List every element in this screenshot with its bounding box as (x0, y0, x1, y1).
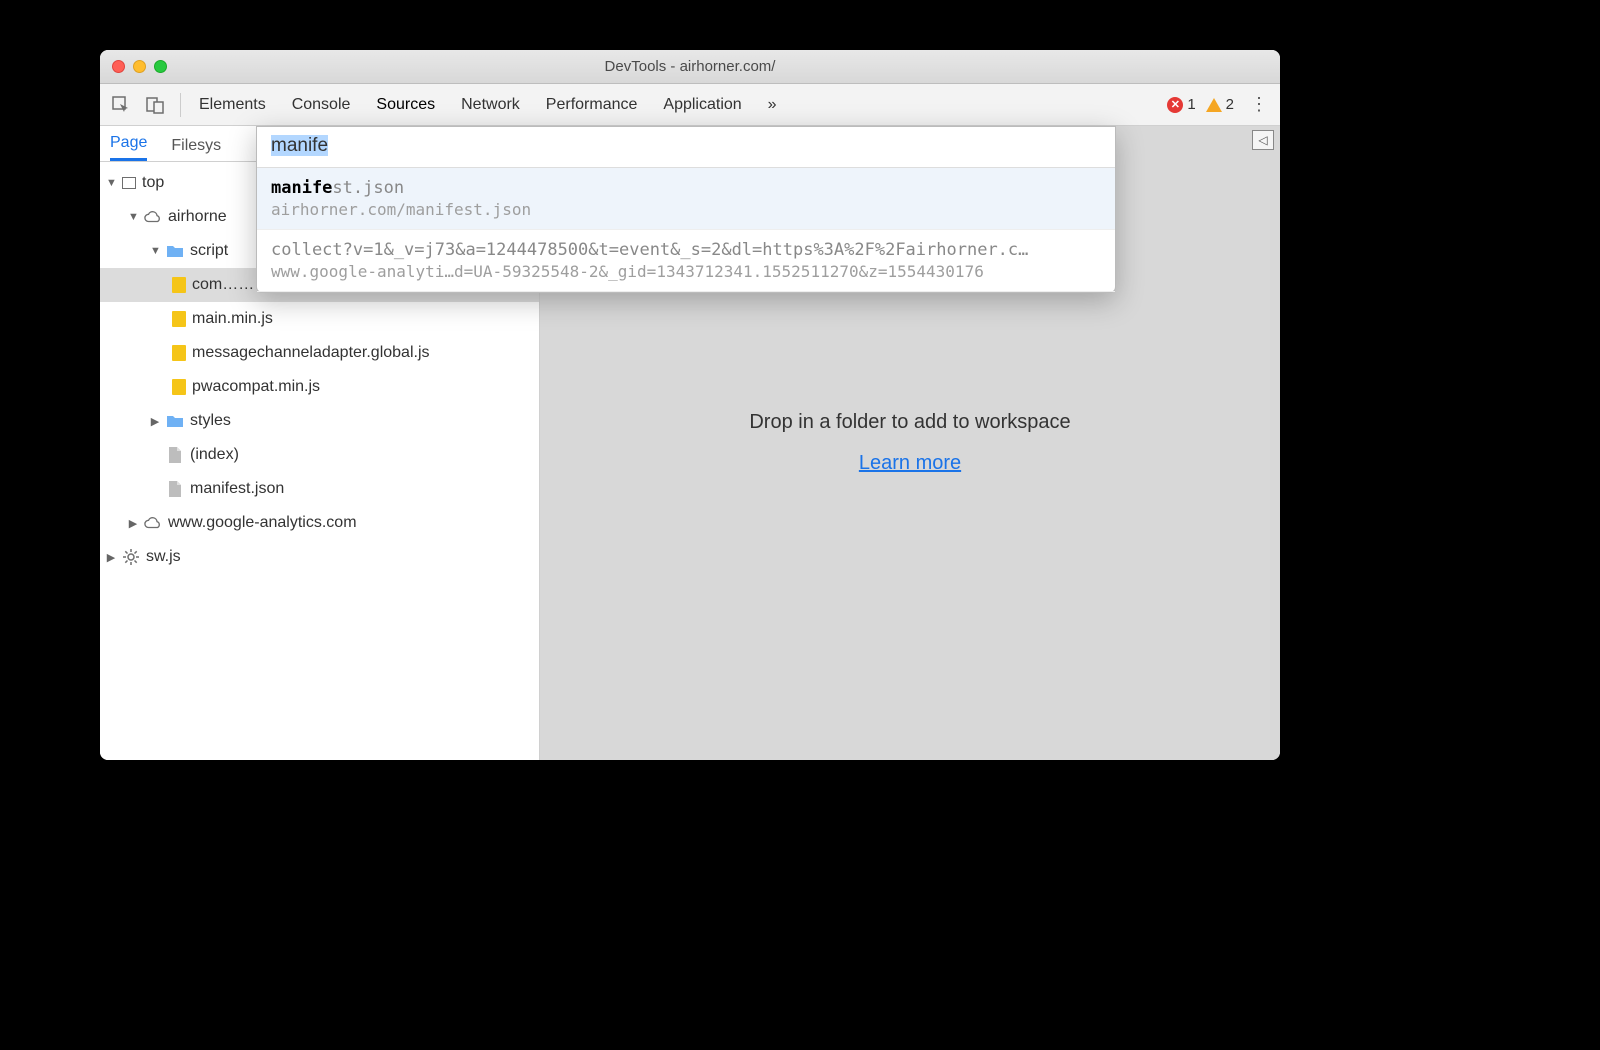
toggle-drawer-icon[interactable]: ◁ (1252, 130, 1274, 150)
file-icon (166, 480, 184, 498)
tree-label: script (190, 242, 228, 260)
caret-icon[interactable] (150, 415, 160, 428)
tree-node-file[interactable]: pwacompat.min.js (100, 370, 539, 404)
tree-node-file-index[interactable]: (index) (100, 438, 539, 472)
folder-icon (166, 242, 184, 260)
devtools-window: DevTools - airhorner.com/ Elements Conso… (100, 50, 1280, 760)
folder-icon (166, 412, 184, 430)
sidebar-tab-filesystem[interactable]: Filesys (171, 137, 221, 161)
file-icon (166, 446, 184, 464)
result-filename: collect?v=1&_v=j73&a=1244478500&t=event&… (271, 240, 1028, 260)
tab-performance[interactable]: Performance (546, 96, 638, 114)
open-file-dialog: manife manifest.json airhorner.com/manif… (256, 126, 1116, 293)
tree-label: sw.js (146, 548, 181, 566)
warning-count: 2 (1226, 96, 1234, 113)
frame-icon (122, 177, 136, 189)
minimize-window-button[interactable] (133, 60, 146, 73)
open-file-result[interactable]: collect?v=1&_v=j73&a=1244478500&t=event&… (257, 230, 1115, 292)
js-file-icon (172, 379, 186, 395)
tab-elements[interactable]: Elements (199, 96, 266, 114)
js-file-icon (172, 277, 186, 293)
gear-icon (122, 548, 140, 566)
tab-application[interactable]: Application (663, 96, 741, 114)
tree-label: (index) (190, 446, 239, 464)
inspect-element-icon[interactable] (106, 90, 136, 120)
js-file-icon (172, 345, 186, 361)
result-path: www.google-analyti…d=UA-59325548-2&_gid=… (271, 262, 1101, 281)
tree-label: www.google-analytics.com (168, 514, 357, 532)
tab-network[interactable]: Network (461, 96, 520, 114)
tab-sources[interactable]: Sources (376, 96, 435, 114)
open-file-results: manifest.json airhorner.com/manifest.jso… (257, 168, 1115, 292)
open-file-input[interactable]: manife (257, 127, 1115, 168)
caret-icon[interactable] (106, 177, 116, 189)
js-file-icon (172, 311, 186, 327)
panel-tabs: Elements Console Sources Network Perform… (199, 96, 1163, 114)
tree-node-domain-ga[interactable]: www.google-analytics.com (100, 506, 539, 540)
tree-label: top (142, 174, 164, 192)
toolbar-divider (180, 93, 181, 117)
drop-folder-message: Drop in a folder to add to workspace (749, 411, 1070, 434)
tree-node-folder-styles[interactable]: styles (100, 404, 539, 438)
close-window-button[interactable] (112, 60, 125, 73)
learn-more-link[interactable]: Learn more (859, 452, 961, 475)
caret-icon[interactable] (128, 211, 138, 223)
open-file-query: manife (271, 135, 328, 156)
error-count: 1 (1187, 96, 1195, 113)
maximize-window-button[interactable] (154, 60, 167, 73)
caret-icon[interactable] (106, 551, 116, 564)
window-title: DevTools - airhorner.com/ (100, 58, 1280, 75)
result-filename: manifest.json (271, 178, 404, 198)
caret-icon[interactable] (128, 517, 138, 530)
devtools-toolbar: Elements Console Sources Network Perform… (100, 84, 1280, 126)
error-icon[interactable]: ✕ (1167, 97, 1183, 113)
kebab-menu-icon[interactable]: ⋮ (1244, 90, 1274, 120)
cloud-icon (144, 514, 162, 532)
tree-label: airhorne (168, 208, 227, 226)
tree-label: manifest.json (190, 480, 284, 498)
tree-node-sw[interactable]: sw.js (100, 540, 539, 574)
warning-icon[interactable] (1206, 98, 1222, 112)
tabs-overflow-icon[interactable]: » (768, 96, 777, 114)
caret-icon[interactable] (150, 245, 160, 257)
open-file-result[interactable]: manifest.json airhorner.com/manifest.jso… (257, 168, 1115, 230)
traffic-lights (112, 60, 167, 73)
toolbar-status: ✕ 1 2 ⋮ (1167, 90, 1274, 120)
titlebar: DevTools - airhorner.com/ (100, 50, 1280, 84)
sidebar-tab-page[interactable]: Page (110, 134, 147, 161)
tree-node-file-manifest[interactable]: manifest.json (100, 472, 539, 506)
tree-label: main.min.js (192, 310, 273, 328)
main-content: Page Filesys top airhorne (100, 126, 1280, 760)
cloud-icon (144, 208, 162, 226)
tab-console[interactable]: Console (292, 96, 351, 114)
tree-label: messagechanneladapter.global.js (192, 344, 430, 362)
device-toolbar-icon[interactable] (140, 90, 170, 120)
result-path: airhorner.com/manifest.json (271, 200, 1101, 219)
tree-label: styles (190, 412, 231, 430)
tree-label: pwacompat.min.js (192, 378, 320, 396)
tree-node-file[interactable]: messagechanneladapter.global.js (100, 336, 539, 370)
tree-node-file[interactable]: main.min.js (100, 302, 539, 336)
